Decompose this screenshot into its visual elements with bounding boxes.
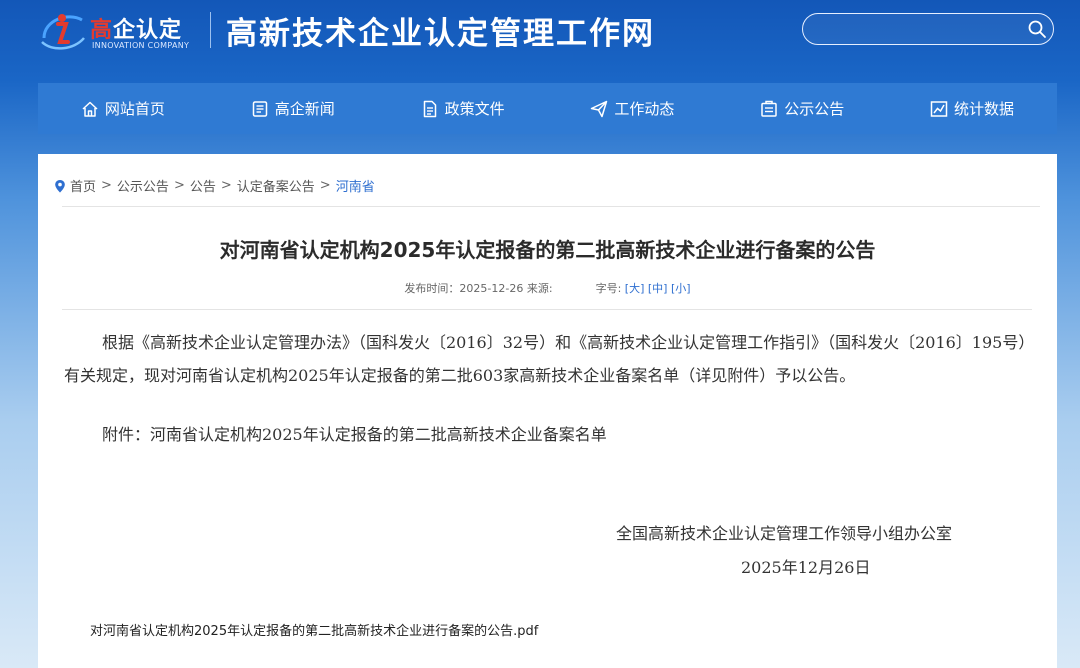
- publish-date: 2025-12-26: [459, 282, 524, 295]
- font-small-button[interactable]: [小]: [671, 282, 691, 295]
- breadcrumb-notices[interactable]: 公示公告: [117, 176, 169, 195]
- article-title: 对河南省认定机构2025年认定报备的第二批高新技术企业进行备案的公告: [219, 238, 876, 262]
- breadcrumb-home[interactable]: 首页: [70, 176, 96, 195]
- location-pin-icon: [55, 179, 65, 192]
- article-body: 根据《高新技术企业认定管理办法》（国科发火〔2016〕32号）和《高新技术企业认…: [64, 326, 1036, 451]
- site-title: 高新技术企业认定管理工作网: [226, 16, 655, 52]
- home-icon: [82, 101, 98, 117]
- nav-label: 高企新闻: [274, 100, 335, 118]
- breadcrumb-henan[interactable]: 河南省: [336, 176, 375, 195]
- logo-english-text: INNOVATION COMPANY: [92, 41, 190, 50]
- nav-item-home[interactable]: 网站首页: [38, 83, 208, 134]
- nav-item-work[interactable]: 工作动态: [547, 83, 717, 134]
- font-large-button[interactable]: [大]: [625, 282, 645, 295]
- site-logo[interactable]: 高企认定 INNOVATION COMPANY: [38, 4, 198, 54]
- signature-organization: 全国高新技术企业认定管理工作领导小组办公室: [616, 524, 953, 543]
- header-divider: [210, 12, 211, 48]
- nav-item-news[interactable]: 高企新闻: [208, 83, 378, 134]
- source-label: 来源:: [526, 282, 553, 295]
- body-paragraph: 根据《高新技术企业认定管理办法》（国科发火〔2016〕32号）和《高新技术企业认…: [64, 333, 1035, 385]
- breadcrumb-separator: >: [101, 178, 112, 193]
- chart-icon: [930, 100, 948, 117]
- breadcrumb-separator: >: [173, 178, 185, 193]
- nav-label: 工作动态: [614, 100, 675, 118]
- site-header: 高企认定 INNOVATION COMPANY 高新技术企业认定管理工作网: [0, 0, 1080, 80]
- nav-label: 网站首页: [104, 100, 165, 118]
- divider: [62, 309, 1032, 310]
- nav-item-policy[interactable]: 政策文件: [378, 83, 548, 134]
- main-nav: 网站首页 高企新闻 政策文件 工作动态 公示公告 统计数据: [38, 83, 1057, 134]
- attachment-link[interactable]: 对河南省认定机构2025年认定报备的第二批高新技术企业进行备案的公告.pdf: [90, 620, 538, 639]
- breadcrumb-announcement[interactable]: 公告: [190, 176, 216, 195]
- article-card: 首页 > 公示公告 > 公告 > 认定备案公告 > 河南省 对河南省认定机构20…: [38, 154, 1057, 668]
- breadcrumb-filing-notice[interactable]: 认定备案公告: [237, 176, 315, 195]
- breadcrumb-separator: >: [220, 178, 232, 193]
- nav-label: 公示公告: [784, 100, 845, 118]
- nav-label: 政策文件: [444, 100, 505, 118]
- notice-icon: [761, 100, 777, 117]
- publish-label: 发布时间：: [404, 282, 460, 295]
- search-icon[interactable]: [1027, 19, 1047, 39]
- paper-plane-icon: [591, 100, 608, 117]
- nav-item-stats[interactable]: 统计数据: [887, 83, 1057, 134]
- news-icon: [252, 100, 267, 117]
- divider: [62, 206, 1040, 207]
- breadcrumb: 首页 > 公示公告 > 公告 > 认定备案公告 > 河南省: [54, 176, 375, 195]
- nav-label: 统计数据: [954, 100, 1015, 118]
- logo-text: 高企认定: [90, 18, 183, 43]
- search-box: [802, 13, 1054, 45]
- search-input[interactable]: [817, 18, 1021, 42]
- attachment-note: 附件：河南省认定机构2025年认定报备的第二批高新技术企业备案名单: [102, 425, 607, 444]
- font-size-label: 字号:: [595, 282, 622, 295]
- nav-item-notice[interactable]: 公示公告: [717, 83, 887, 134]
- signature-date: 2025年12月26日: [741, 558, 871, 577]
- font-medium-button[interactable]: [中]: [648, 282, 668, 295]
- article-meta: 发布时间：2025-12-26 来源: 字号: [大] [中] [小]: [38, 280, 1057, 296]
- breadcrumb-separator: >: [319, 178, 331, 193]
- logo-mark-icon: [41, 14, 85, 50]
- document-icon: [423, 100, 436, 117]
